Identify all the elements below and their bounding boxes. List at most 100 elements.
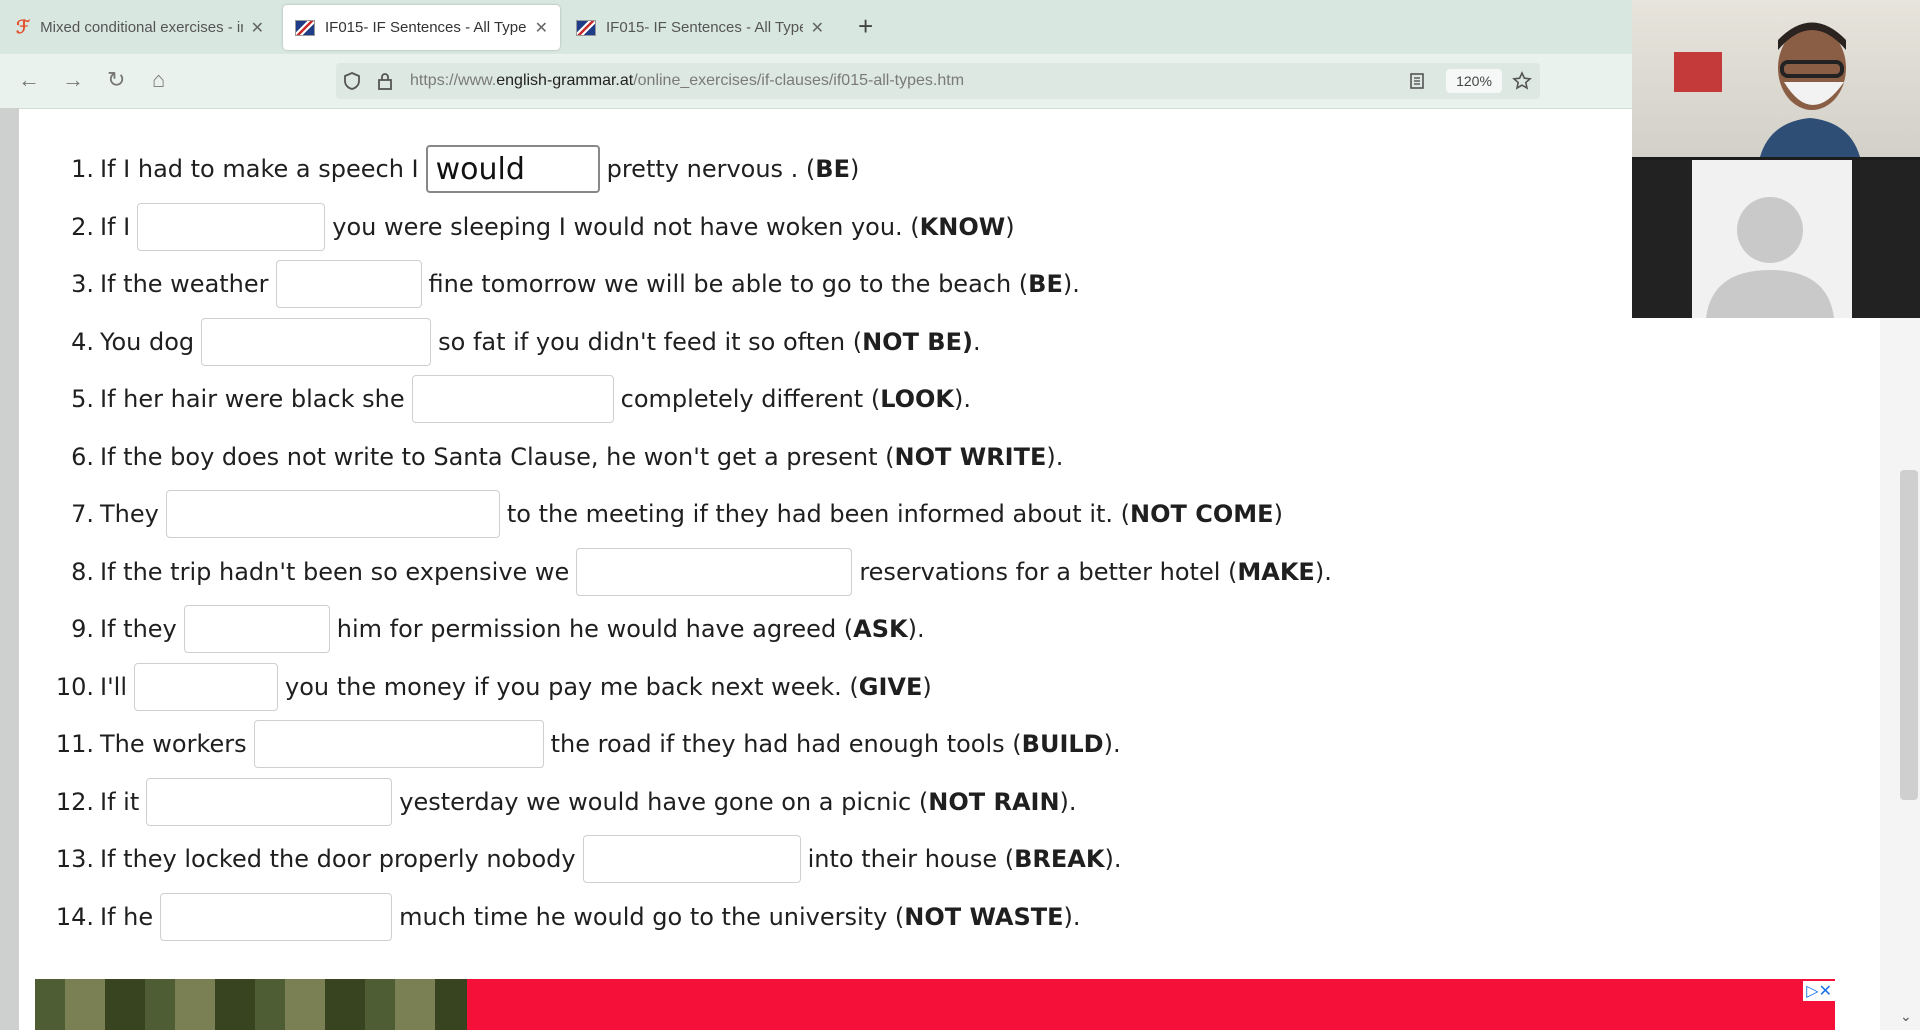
ad-close-icon[interactable]: ▷✕ xyxy=(1803,981,1835,1001)
exercise-number: 8. xyxy=(71,557,94,586)
tab-mixed-conditional[interactable]: ℱ Mixed conditional exercises - in ✕ xyxy=(4,5,276,50)
answer-input[interactable] xyxy=(201,317,432,366)
lock-icon[interactable] xyxy=(376,71,394,91)
exercise-item: 1. If I had to make a speech Iwould prett… xyxy=(40,143,859,195)
answer-input[interactable] xyxy=(411,375,614,423)
verb-hint: NOT RAIN xyxy=(928,787,1060,816)
answer-input[interactable] xyxy=(165,490,500,538)
exercise-text-end: ) xyxy=(849,155,860,183)
forward-arrow-icon[interactable]: → xyxy=(62,67,84,93)
exercise-text-after: you the money if you pay me back next we… xyxy=(285,672,859,701)
exercise-item: 7. They to the meeting if they had been in… xyxy=(40,488,1283,540)
exercise-text-end: . xyxy=(972,327,981,356)
tab-title: IF015- IF Sentences - All Types xyxy=(325,19,527,36)
verb-hint: GIVE xyxy=(858,672,923,701)
exercise-text-before: If I xyxy=(100,212,131,241)
answer-input[interactable] xyxy=(576,547,853,596)
address-bar[interactable]: https://www.english-grammar.at/online_ex… xyxy=(336,63,1540,99)
exercise-text-end: ) xyxy=(1005,212,1015,241)
verb-hint: MAKE xyxy=(1237,557,1315,586)
verb-hint: NOT BE) xyxy=(862,327,973,356)
exercise-text-after: you were sleeping I would not have woken… xyxy=(332,212,920,241)
exercise-number: 11. xyxy=(55,730,94,758)
ad-banner[interactable]: ▷✕ xyxy=(35,979,1835,1030)
exercise-number: 4. xyxy=(71,327,94,356)
participant-tile xyxy=(1692,160,1852,318)
exercise-text-after: fine tomorrow we will be able to go to t… xyxy=(428,270,1029,298)
answer-input[interactable] xyxy=(253,720,544,768)
exercise-text-after: him for permission he would have agreed … xyxy=(336,615,854,643)
answer-input[interactable]: would xyxy=(425,145,600,193)
tab-if015[interactable]: IF015- IF Sentences - All Types ✕ xyxy=(564,5,836,50)
exercise-text-after: pretty nervous . ( xyxy=(606,155,816,183)
exercise-text-after: so fat if you didn't feed it so often ( xyxy=(438,327,863,356)
answer-input[interactable] xyxy=(160,892,393,941)
exercise-text-after: the road if they had had enough tools ( xyxy=(550,730,1022,758)
exercise-item: 4. You dog so fat if you didn't feed it so… xyxy=(40,316,981,368)
new-tab-button[interactable]: + xyxy=(858,11,873,42)
exercise-item: 3. If the weather fine tomorrow we will be… xyxy=(40,258,1080,310)
exercise-text-before: If they xyxy=(100,615,177,643)
back-arrow-icon[interactable]: ← xyxy=(18,67,40,93)
close-icon[interactable]: ✕ xyxy=(811,18,824,38)
exercise-text-end: ) xyxy=(1273,500,1283,528)
exercise-text-end: ). xyxy=(1059,787,1077,816)
exercise-text-end: ). xyxy=(907,615,925,643)
tab-title: IF015- IF Sentences - All Types xyxy=(606,19,803,36)
exercise-text-after: reservations for a better hotel ( xyxy=(859,557,1238,586)
uk-flag-icon xyxy=(576,19,596,36)
answer-input[interactable] xyxy=(137,202,326,251)
verb-hint: BE xyxy=(815,155,850,183)
exercise-text-end: ). xyxy=(1104,845,1122,873)
exercise-number: 5. xyxy=(71,385,94,413)
exercise-item: 12. If it yesterday we would have gone on … xyxy=(40,776,1077,828)
video-call-panel xyxy=(1632,0,1920,318)
exercise-item: 6. If the boy does not write to Santa Cla… xyxy=(40,431,1063,483)
verb-hint: KNOW xyxy=(919,212,1006,241)
scrollbar-thumb[interactable] xyxy=(1900,470,1918,800)
exercise-text-before: If they locked the door properly nobody xyxy=(100,845,576,873)
tab-title: Mixed conditional exercises - in xyxy=(40,19,243,36)
tab-bar: ℱ Mixed conditional exercises - in ✕ IF0… xyxy=(0,0,1632,54)
close-icon[interactable]: ✕ xyxy=(535,18,548,38)
webcam-feed xyxy=(1632,0,1920,157)
exercise-item: 5. If her hair were black she completely d… xyxy=(40,373,971,425)
exercise-text-before: If the weather xyxy=(100,270,269,298)
url-path: /online_exercises/if-clauses/if015-all-t… xyxy=(633,72,965,89)
exercise-text-end: ) xyxy=(922,672,932,701)
verb-hint: ASK xyxy=(853,615,908,643)
reader-view-icon[interactable] xyxy=(1408,72,1426,90)
url-domain: english-grammar.at xyxy=(496,72,634,89)
answer-input[interactable] xyxy=(134,662,279,711)
exercise-item: 14. If he much time he would go to the uni… xyxy=(40,891,1081,943)
close-icon[interactable]: ✕ xyxy=(251,18,264,38)
exercise-item: 13. If they locked the door properly nobo… xyxy=(40,833,1121,885)
url-text[interactable]: https://www.english-grammar.at/online_ex… xyxy=(410,72,964,90)
verb-hint: BE xyxy=(1028,270,1063,298)
ad-image[interactable] xyxy=(35,979,467,1030)
exercise-text-before: I'll xyxy=(100,672,128,701)
answer-input[interactable] xyxy=(183,605,330,653)
page-side-margin xyxy=(0,108,19,1030)
exercise-number: 7. xyxy=(71,500,94,528)
scroll-down-icon[interactable]: ⌄ xyxy=(1900,1008,1912,1025)
answer-input[interactable] xyxy=(582,835,801,883)
reload-icon[interactable]: ↻ xyxy=(107,67,125,93)
exercise-item: 2. If I you were sleeping I would not have… xyxy=(40,201,1015,253)
exercise-text-before: If I had to make a speech I xyxy=(100,155,419,183)
user-placeholder-icon xyxy=(1706,197,1834,318)
shield-icon[interactable] xyxy=(342,71,362,91)
answer-input[interactable] xyxy=(146,777,393,826)
exercise-text-end: ). xyxy=(1103,730,1121,758)
tab-if015-active[interactable]: IF015- IF Sentences - All Types ✕ xyxy=(283,5,560,50)
exercise-number: 12. xyxy=(55,787,94,816)
exercise-text-after: into their house ( xyxy=(807,845,1015,873)
exercise-text-end: ). xyxy=(954,385,972,413)
home-icon[interactable]: ⌂ xyxy=(152,67,165,93)
answer-input[interactable] xyxy=(275,260,422,308)
bookmark-star-icon[interactable] xyxy=(1512,71,1532,91)
exercise-text-before: If it xyxy=(100,787,140,816)
zoom-level-badge[interactable]: 120% xyxy=(1446,69,1502,93)
exercise-text-end: ). xyxy=(1314,557,1332,586)
exercise-number: 14. xyxy=(55,902,94,931)
